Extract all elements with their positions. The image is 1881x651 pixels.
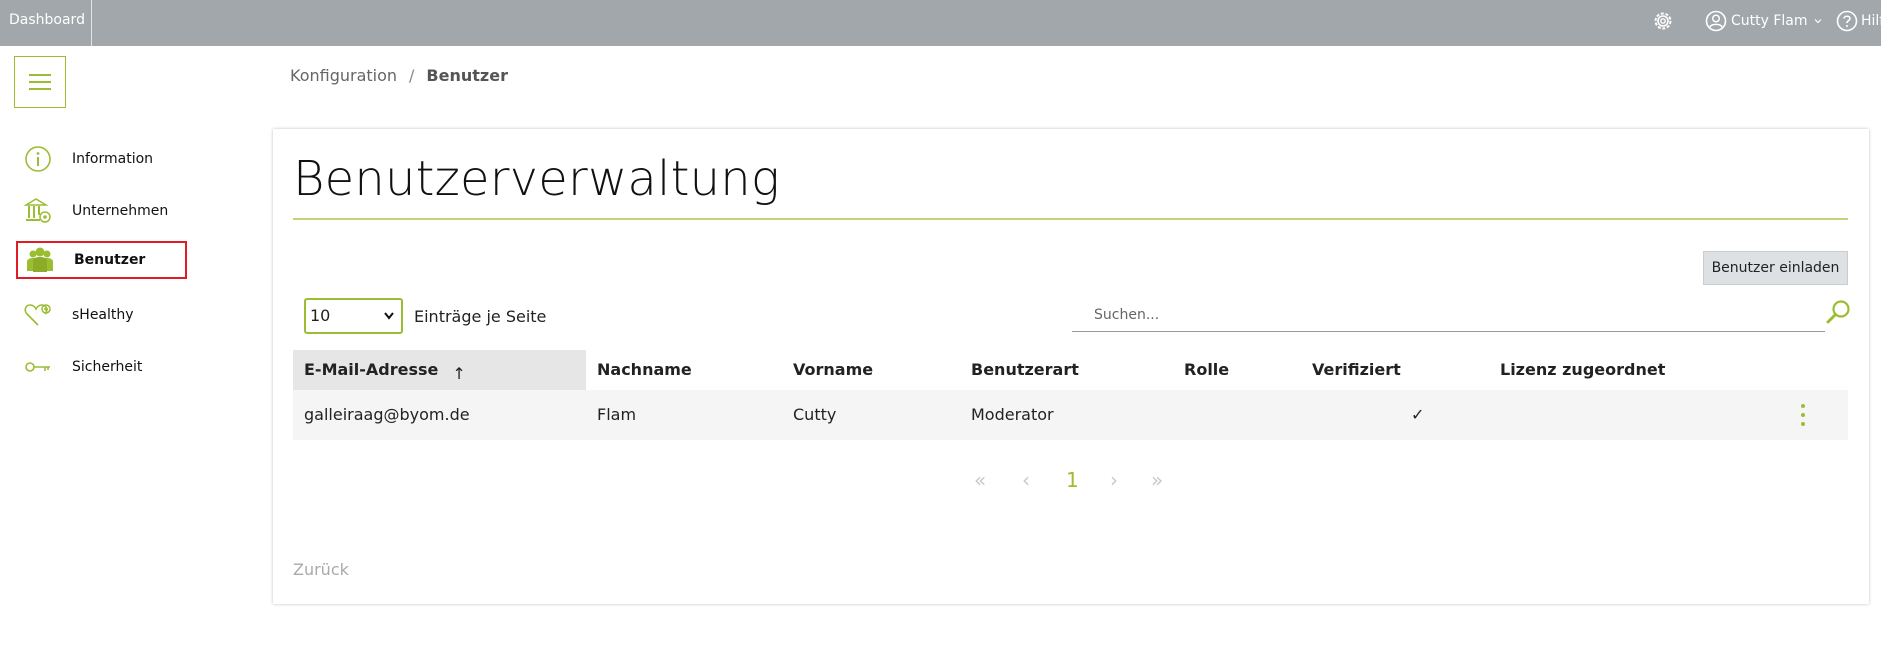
table-header: E-Mail-Adresse ↑ Nachname Vorname Benutze… xyxy=(293,350,1848,390)
search-input[interactable]: Suchen... xyxy=(1072,299,1825,332)
column-header-rolle[interactable]: Rolle xyxy=(1184,350,1229,390)
user-menu[interactable]: Cutty Flam xyxy=(1705,9,1827,33)
row-actions-kebab-icon[interactable] xyxy=(1801,404,1805,426)
help-question-icon xyxy=(1836,10,1858,32)
company-building-icon xyxy=(22,195,54,227)
cell-email: galleiraag@byom.de xyxy=(304,405,470,424)
column-header-lizenz[interactable]: Lizenz zugeordnet xyxy=(1500,350,1665,390)
pagination-next-button[interactable]: › xyxy=(1110,465,1118,495)
entries-per-page-select[interactable]: 10 xyxy=(304,298,403,334)
sidebar-item-label: Benutzer xyxy=(74,252,146,268)
column-header-email[interactable]: E-Mail-Adresse ↑ xyxy=(293,350,586,390)
cell-benutzerart: Moderator xyxy=(971,405,1054,424)
help-label: Hilfe xyxy=(1861,13,1881,29)
chevron-down-icon xyxy=(1814,19,1821,24)
settings-gear-icon[interactable] xyxy=(1651,9,1675,33)
entries-per-page-label: Einträge je Seite xyxy=(414,307,547,326)
breadcrumb-current: Benutzer xyxy=(426,66,508,85)
user-management-card: Benutzerverwaltung Benutzer einladen 10 … xyxy=(273,129,1869,604)
pagination: « ‹ 1 › » xyxy=(273,465,1869,495)
title-divider xyxy=(293,218,1848,220)
page-title: Benutzerverwaltung xyxy=(293,151,780,207)
breadcrumb: Konfiguration / Benutzer xyxy=(290,66,508,85)
column-header-vorname[interactable]: Vorname xyxy=(793,350,873,390)
verified-check-icon: ✓ xyxy=(1411,405,1425,424)
key-icon xyxy=(22,351,54,383)
info-icon xyxy=(22,143,54,175)
entries-per-page-value: 10 xyxy=(310,306,331,325)
pagination-prev-button[interactable]: ‹ xyxy=(1022,465,1030,495)
breadcrumb-konfiguration[interactable]: Konfiguration xyxy=(290,66,397,85)
sidebar-item-information[interactable]: Information xyxy=(16,140,187,178)
help-link[interactable]: Hilfe xyxy=(1836,9,1881,33)
pagination-last-button[interactable]: » xyxy=(1151,465,1163,495)
chevron-down-icon xyxy=(383,300,395,344)
sort-ascending-icon: ↑ xyxy=(452,364,466,383)
hamburger-icon xyxy=(29,72,51,93)
cell-vorname: Cutty xyxy=(793,405,837,424)
sidebar-item-unternehmen[interactable]: Unternehmen xyxy=(16,192,187,230)
user-avatar-icon xyxy=(1705,10,1727,32)
sidebar-item-shealthy[interactable]: sHealthy xyxy=(16,296,187,334)
breadcrumb-separator: / xyxy=(409,66,415,85)
table-row[interactable]: galleiraag@byom.de Flam Cutty Moderator … xyxy=(293,390,1848,440)
cell-nachname: Flam xyxy=(597,405,637,424)
sidebar-item-label: Unternehmen xyxy=(72,203,169,219)
search-icon[interactable] xyxy=(1824,299,1852,327)
column-header-benutzerart[interactable]: Benutzerart xyxy=(971,350,1079,390)
pagination-page-current[interactable]: 1 xyxy=(1066,465,1079,495)
column-header-nachname[interactable]: Nachname xyxy=(597,350,692,390)
sidebar-item-label: Sicherheit xyxy=(72,359,143,375)
user-name: Cutty Flam xyxy=(1731,13,1808,29)
sidebar-item-benutzer[interactable]: Benutzer xyxy=(16,241,187,279)
sidebar-item-label: sHealthy xyxy=(72,307,134,323)
sidebar-item-sicherheit[interactable]: Sicherheit xyxy=(16,348,187,386)
dashboard-link[interactable]: Dashboard xyxy=(0,0,92,46)
back-link[interactable]: Zurück xyxy=(293,560,349,579)
sidebar-item-label: Information xyxy=(72,151,154,167)
users-icon xyxy=(24,244,56,276)
column-header-label: E-Mail-Adresse xyxy=(304,360,439,379)
invite-user-button[interactable]: Benutzer einladen xyxy=(1703,251,1848,285)
heart-health-icon xyxy=(22,299,54,331)
hamburger-menu-button[interactable] xyxy=(14,56,66,108)
column-header-verifiziert[interactable]: Verifiziert xyxy=(1312,350,1401,390)
pagination-first-button[interactable]: « xyxy=(974,465,986,495)
top-bar: Dashboard Cutty Flam Hilfe xyxy=(0,0,1881,46)
